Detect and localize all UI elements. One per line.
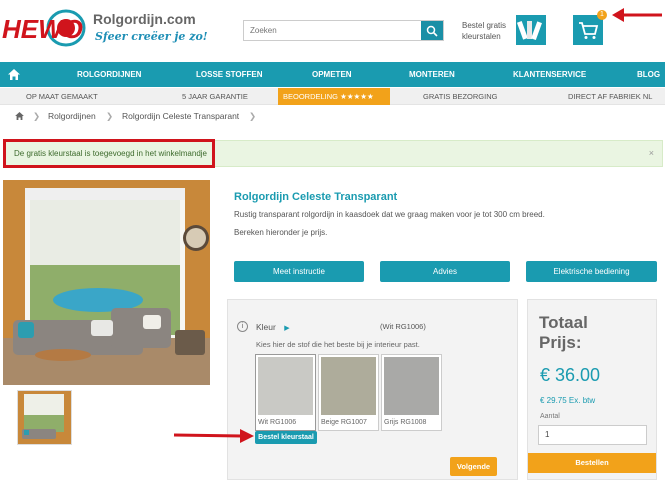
order-sample-button[interactable]: Bestel kleurstaal [255,431,317,444]
nav-klantenservice[interactable]: KLANTENSERVICE [513,62,586,87]
electric-operation-button[interactable]: Elektrische bediening [526,261,657,282]
advice-button[interactable]: Advies [380,261,510,282]
swatch-wit[interactable]: Wit RG1006 [255,354,316,431]
search-icon [426,25,438,37]
colour-help-text: Kies hier de stof die het beste bij je i… [256,340,420,349]
usp-garantie: 5 JAAR GARANTIE [182,92,248,101]
calc-instruction: Bereken hieronder je prijs. [234,228,328,237]
quantity-input[interactable]: 1 [538,425,647,445]
tagline: Sfeer creëer je zo! [95,30,208,43]
nav-opmeten[interactable]: OPMETEN [312,62,352,87]
nav-rolgordijnen[interactable]: ROLGORDIJNEN [77,62,141,87]
swatch-beige[interactable]: Beige RG1007 [318,354,379,431]
product-description: Rustig transparant rolgordijn in kaasdoe… [234,210,545,219]
home-icon[interactable] [8,69,20,80]
swatch-chip [258,357,313,415]
price-amount: € 36.00 [540,365,601,385]
search-input[interactable] [244,21,421,40]
usp-bar: OP MAAT GEMAAKT 5 JAAR GARANTIE BEOORDEL… [0,88,665,105]
annotation-arrow-icon [612,8,662,22]
next-button[interactable]: Volgende [450,457,497,476]
swatch-name: Beige RG1007 [321,419,367,426]
colour-label[interactable]: Kleur ▶ [256,322,290,332]
annotation-arrow-icon [173,429,254,443]
cart-icon [579,22,599,39]
usp-op-maat: OP MAAT GEMAAKT [26,92,98,101]
colour-label-text: Kleur [256,322,276,332]
selected-colour: (Wit RG1006) [380,322,426,331]
main-nav: ROLGORDIJNEN LOSSE STOFFEN OPMETEN MONTE… [0,62,665,87]
caret-right-icon: ▶ [284,325,290,332]
nav-monteren[interactable]: MONTEREN [409,62,455,87]
close-icon[interactable]: × [649,148,654,158]
order-button[interactable]: Bestellen [528,453,656,473]
sample-label-2: kleurstalen [462,32,501,41]
cart-count-badge: 1 [597,10,607,20]
breadcrumb-rolgordijnen[interactable]: Rolgordijnen [48,111,96,121]
order-samples-link[interactable]: Bestel gratis kleurstalen [462,20,514,42]
chevron-right-icon: ❯ [249,111,257,121]
nav-blog[interactable]: BLOG [637,62,660,87]
price-ex-vat: € 29.75 Ex. btw [540,396,596,405]
swatch-name: Wit RG1006 [258,419,297,426]
product-title: Rolgordijn Celeste Transparant [234,191,398,203]
nav-losse-stoffen[interactable]: LOSSE STOFFEN [196,62,263,87]
hewo-logo[interactable]: HEWO [0,8,88,48]
usp-beoordeling[interactable]: BEOORDELING ★★★★★ [278,88,390,105]
breadcrumb-product[interactable]: Rolgordijn Celeste Transparant [122,111,239,121]
info-icon[interactable]: i [237,321,248,332]
measure-instructions-button[interactable]: Meet instructie [234,261,364,282]
swatch-name: Grijs RG1008 [384,419,427,426]
cart-button[interactable] [573,15,603,45]
sample-label-1: Bestel gratis [462,21,507,30]
product-thumbnail[interactable] [17,390,72,445]
logo-text: HEWO [2,14,83,44]
chevron-right-icon: ❯ [33,111,41,121]
quantity-label: Aantal [540,413,560,420]
search-bar [243,20,444,41]
usp-bezorging: GRATIS BEZORGING [423,92,498,101]
chevron-right-icon: ❯ [106,111,114,121]
swatch-chip [384,357,439,415]
total-price-label: Totaal Prijs: [539,313,588,352]
breadcrumb-home-icon[interactable] [15,112,24,120]
color-fan-icon[interactable] [516,15,546,45]
search-button[interactable] [421,21,443,40]
swatch-grijs[interactable]: Grijs RG1008 [381,354,442,431]
site-name: Rolgordijn.com [93,11,196,27]
swatch-chip [321,357,376,415]
usp-fabriek: DIRECT AF FABRIEK NL [568,92,653,101]
product-image[interactable] [3,180,210,385]
annotation-highlight-box [3,139,215,168]
